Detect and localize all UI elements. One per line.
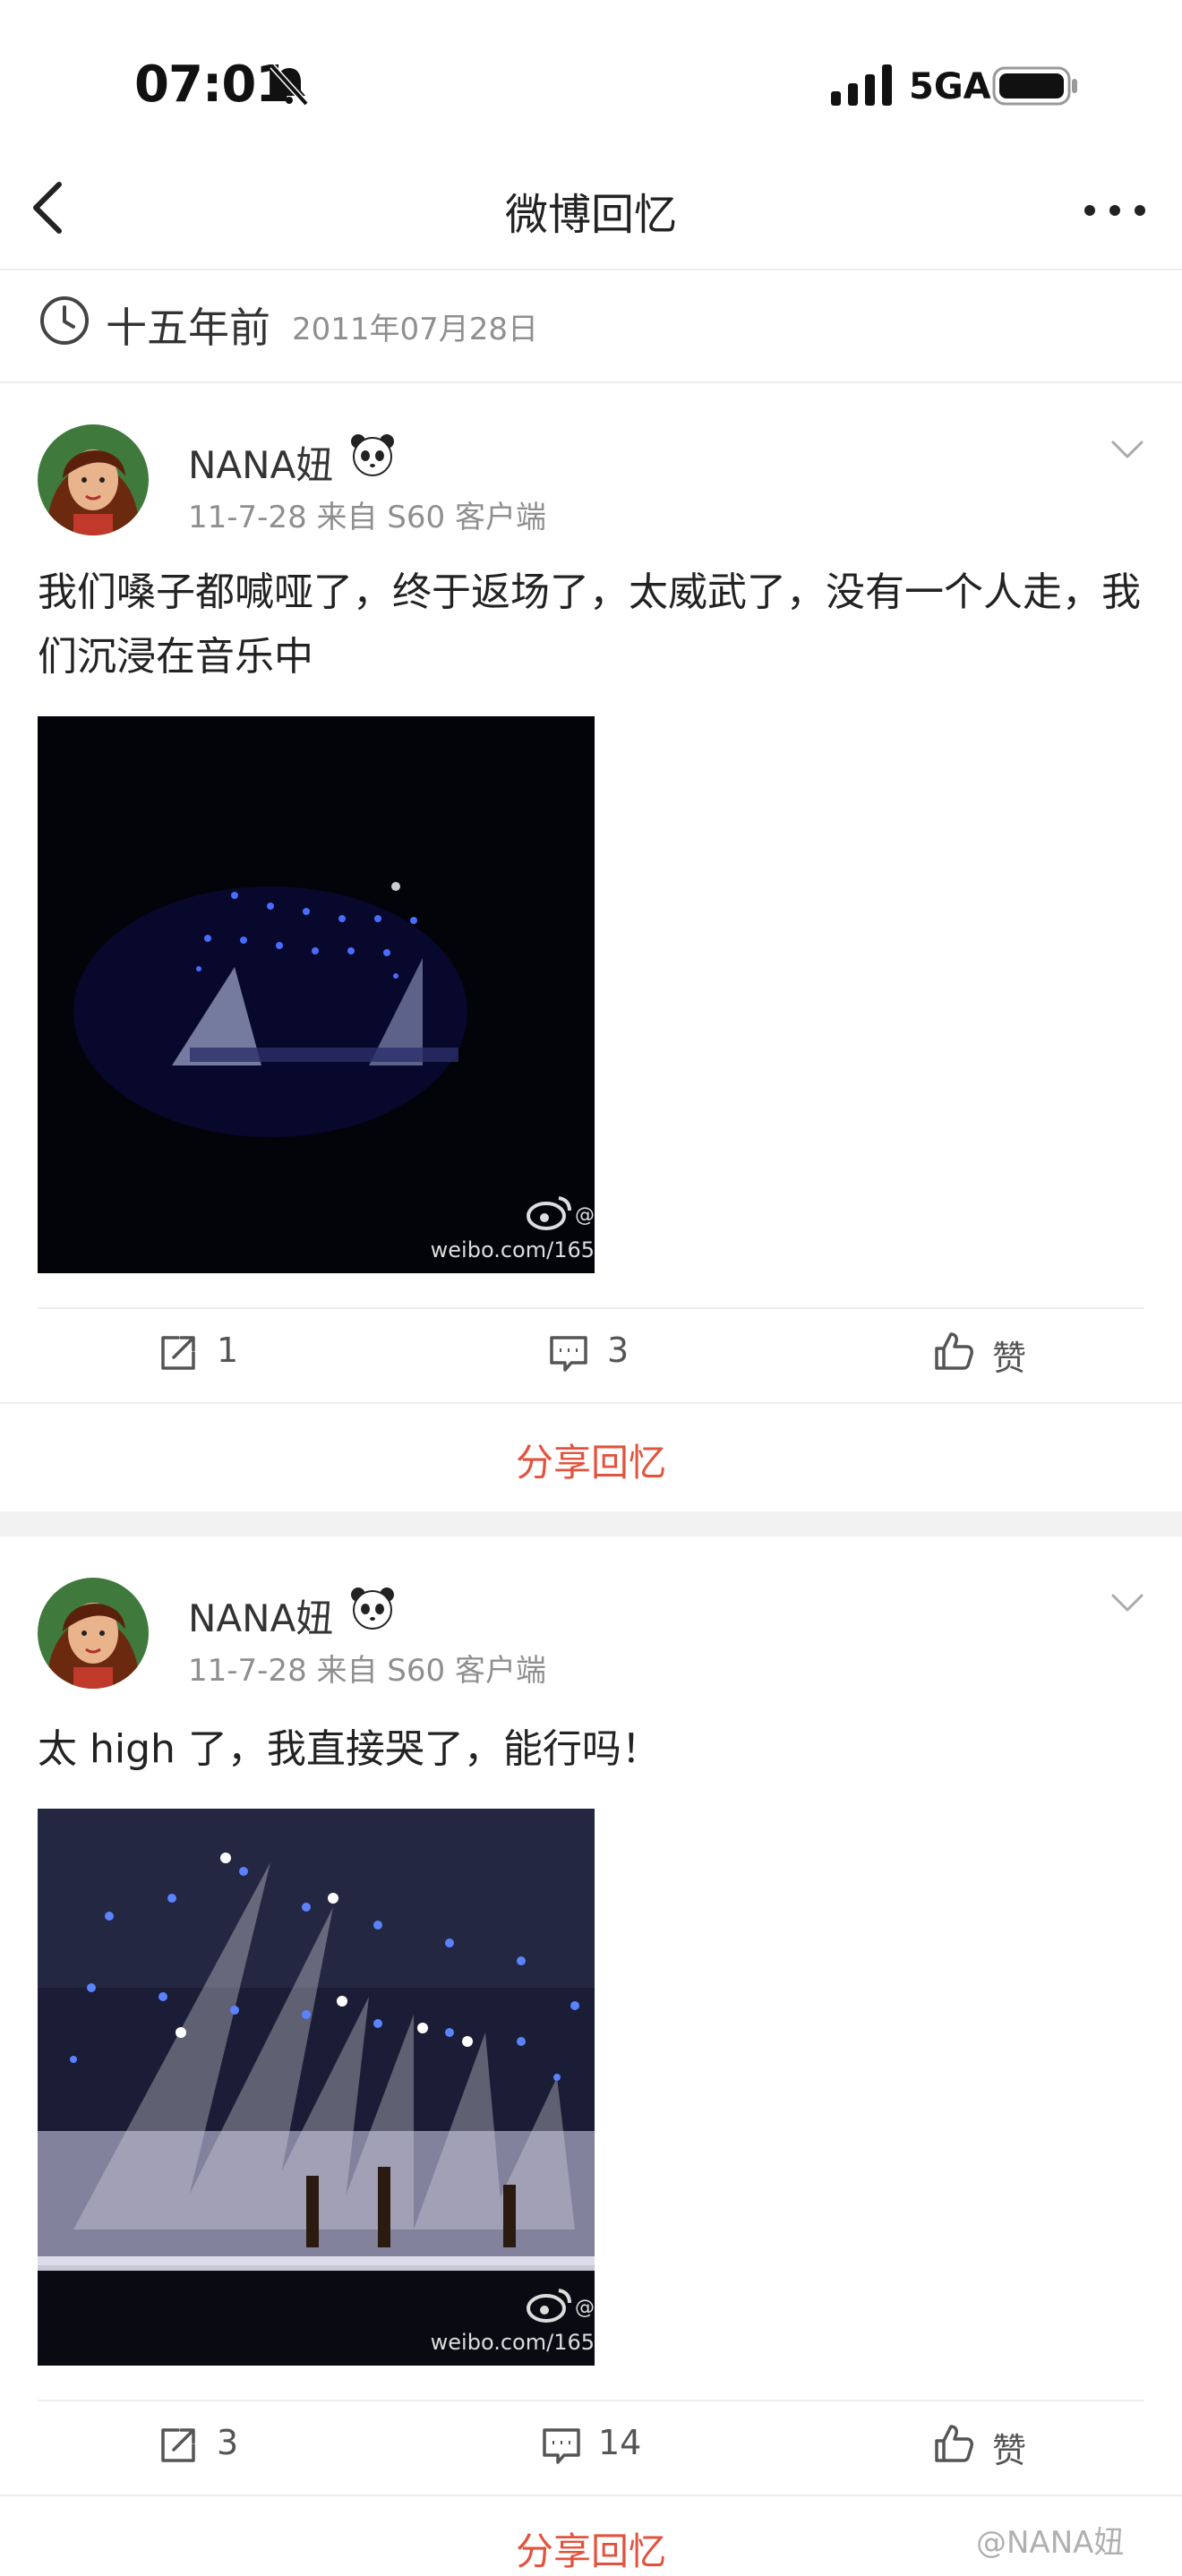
like-label[interactable]: 赞 — [992, 1331, 1026, 1380]
comment-icon[interactable] — [541, 2425, 582, 2466]
watermark-at: @ — [575, 2297, 595, 2319]
photo-watermark: weibo.com/165 — [430, 1237, 595, 1262]
section-gap — [0, 1511, 1182, 1536]
author-name[interactable]: NANA妞 — [188, 1588, 333, 1643]
weibo-logo-icon — [527, 2289, 571, 2323]
time-ago: 十五年前 — [106, 304, 270, 352]
avatar[interactable] — [38, 424, 149, 535]
panda-badge-icon — [351, 1588, 394, 1630]
divider — [38, 1307, 1144, 1309]
comment-count[interactable]: 14 — [598, 2423, 641, 2462]
weibo-logo-icon — [527, 1196, 571, 1230]
divider — [0, 381, 1182, 383]
post-photo[interactable]: @ weibo.com/165 — [38, 1809, 595, 2366]
comment-icon[interactable] — [548, 1332, 589, 1374]
repost-icon[interactable] — [158, 1332, 199, 1374]
post-photo[interactable]: @ weibo.com/165 — [38, 716, 595, 1273]
avatar[interactable] — [38, 1578, 149, 1689]
clock-icon — [40, 296, 89, 345]
page-title: 微博回忆 — [504, 190, 677, 240]
post-meta: 11-7-28 来自 S60 客户端 — [188, 1653, 546, 1689]
comment-count[interactable]: 3 — [607, 1331, 629, 1370]
like-label[interactable]: 赞 — [992, 2423, 1026, 2472]
image-credit: @NANA妞 — [976, 2525, 1125, 2561]
divider — [0, 269, 1182, 270]
divider — [0, 1402, 1182, 1404]
chevron-down-icon[interactable] — [1110, 439, 1144, 460]
memory-date: 2011年07月28日 — [292, 312, 539, 347]
share-memory-button[interactable]: 分享回忆 — [0, 1433, 1182, 1487]
battery-icon — [992, 66, 1077, 106]
post-text: 太 high 了，我直接哭了，能行吗！ — [38, 1726, 661, 1772]
silent-bell-icon — [270, 64, 309, 107]
panda-badge-icon — [351, 434, 394, 476]
repost-count[interactable]: 3 — [217, 2423, 238, 2462]
repost-count[interactable]: 1 — [217, 1331, 238, 1370]
like-icon[interactable] — [933, 2423, 974, 2464]
like-icon[interactable] — [933, 1331, 974, 1372]
post-text: 我们嗓子都喊哑了，终于返场了，太威武了，没有一个人走，我们沉浸在音乐中 — [38, 569, 1141, 680]
repost-icon[interactable] — [158, 2425, 199, 2466]
post-meta: 11-7-28 来自 S60 客户端 — [188, 500, 546, 535]
chevron-down-icon[interactable] — [1110, 1592, 1144, 1613]
network-type: 5GA — [909, 66, 991, 107]
watermark-at: @ — [575, 1204, 595, 1227]
more-icon[interactable] — [1079, 188, 1151, 233]
signal-icon — [831, 64, 892, 106]
divider — [38, 2400, 1144, 2401]
author-name[interactable]: NANA妞 — [188, 435, 333, 490]
photo-watermark: weibo.com/165 — [430, 2330, 595, 2355]
divider — [0, 2495, 1182, 2496]
